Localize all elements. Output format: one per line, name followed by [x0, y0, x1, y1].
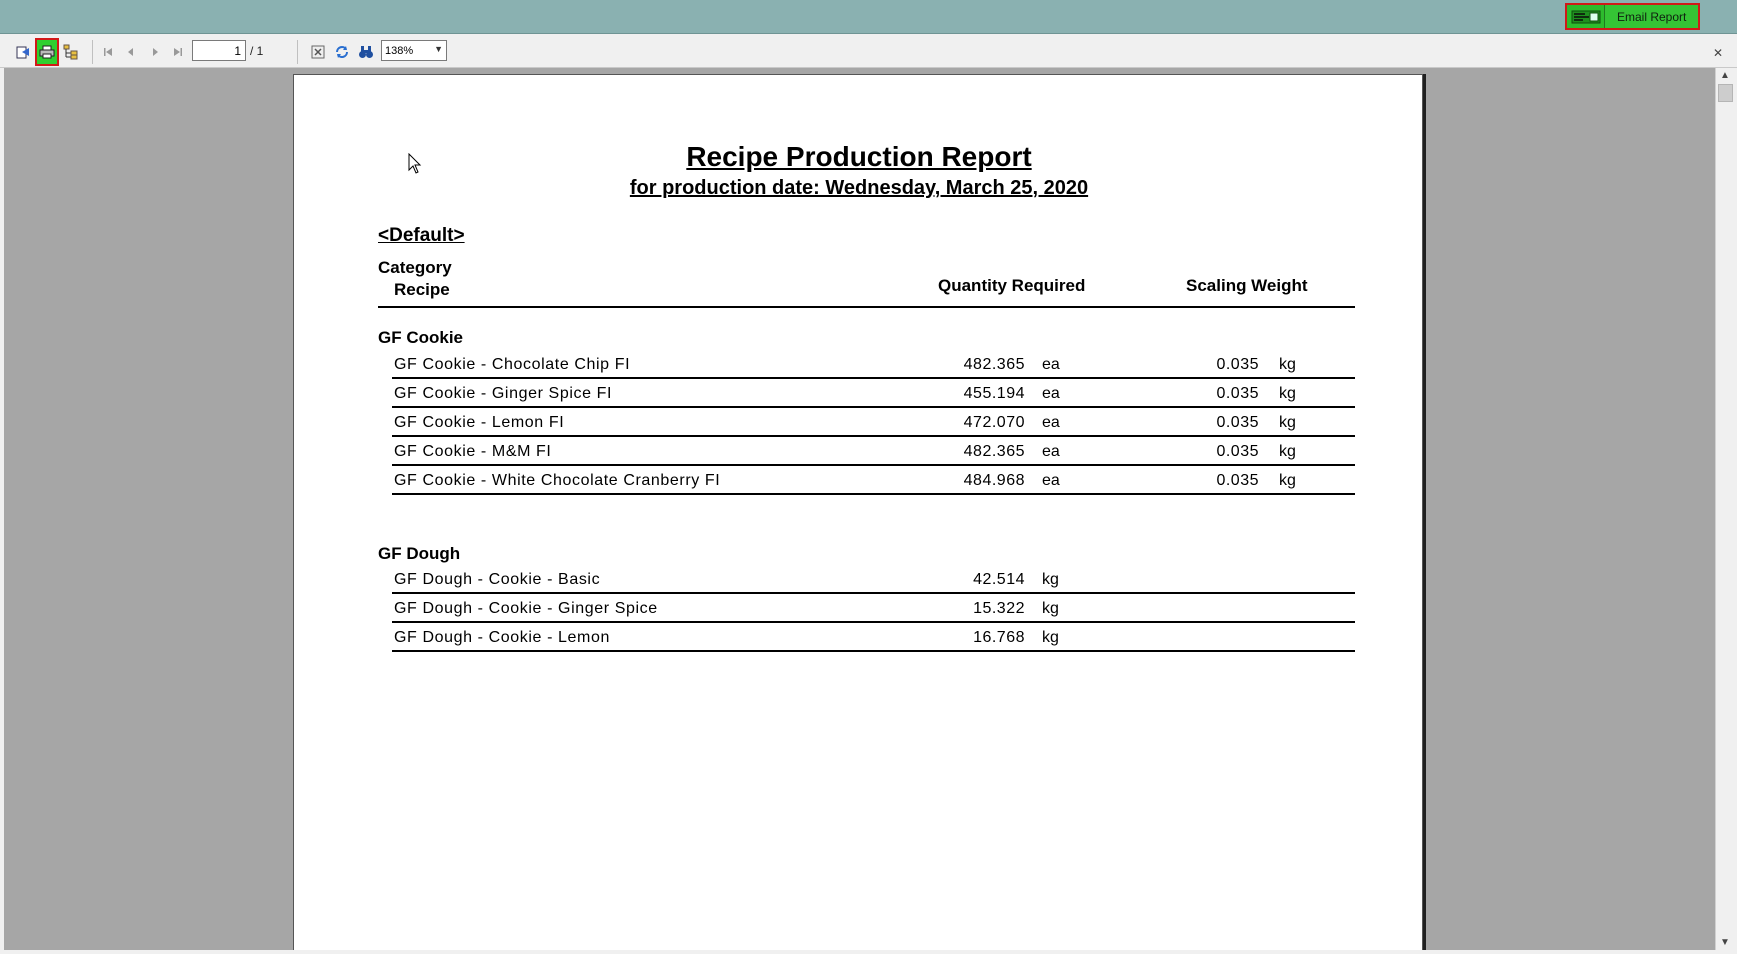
quantity-value: 42.514 — [973, 571, 1025, 588]
scaling-weight-value: 0.035 — [1216, 414, 1259, 431]
recipe-name: GF Cookie - M&M FI — [394, 443, 552, 460]
quantity-unit: ea — [1042, 414, 1060, 431]
binoculars-icon — [359, 46, 373, 58]
recipe-name: GF Dough - Cookie - Basic — [394, 571, 601, 588]
column-header-scaling-weight: Scaling Weight — [1186, 276, 1308, 295]
scaling-weight-unit: kg — [1279, 385, 1296, 402]
zoom-select[interactable]: 138% ▼ — [381, 40, 447, 61]
quantity-unit: kg — [1042, 571, 1059, 588]
scroll-up-icon[interactable]: ▲ — [1720, 70, 1730, 81]
title-bar: Email Report — [0, 0, 1737, 34]
first-page-icon — [104, 48, 112, 56]
recipe-name: GF Cookie - Ginger Spice FI — [394, 385, 613, 402]
refresh-button[interactable] — [332, 42, 352, 62]
table-row: GF Cookie - Chocolate Chip FI 482.365 ea… — [392, 350, 1355, 379]
table-row: GF Cookie - Lemon FI 472.070 ea 0.035 kg — [392, 408, 1355, 437]
email-report-icon-button[interactable] — [1567, 5, 1605, 28]
last-page-icon — [174, 48, 182, 56]
refresh-icon — [336, 46, 348, 58]
quantity-unit: kg — [1042, 629, 1059, 646]
scaling-weight-value: 0.035 — [1216, 385, 1259, 402]
quantity-unit: ea — [1042, 385, 1060, 402]
stop-button[interactable] — [308, 42, 328, 62]
recipe-name: GF Cookie - Chocolate Chip FI — [394, 356, 631, 373]
header-divider — [378, 306, 1355, 308]
toolbar-separator — [297, 40, 298, 64]
table-row: GF Dough - Cookie - Lemon 16.768 kg — [392, 623, 1355, 652]
quantity-value: 455.194 — [963, 385, 1025, 402]
email-list-icon — [1571, 10, 1600, 23]
find-button[interactable] — [356, 42, 376, 62]
mouse-cursor-icon — [408, 153, 422, 175]
group-heading: <Default> — [378, 225, 465, 246]
page-total: / 1 — [250, 44, 264, 58]
recipe-name: GF Cookie - White Chocolate Cranberry FI — [394, 472, 721, 489]
chevron-down-icon: ▼ — [434, 44, 443, 54]
next-page-icon — [153, 48, 158, 56]
vertical-scrollbar[interactable]: ▲ ▼ — [1715, 68, 1735, 950]
export-button[interactable] — [13, 42, 33, 62]
scaling-weight-value: 0.035 — [1216, 356, 1259, 373]
zoom-value: 138% — [385, 44, 414, 57]
next-page-button[interactable] — [145, 42, 165, 62]
quantity-unit: kg — [1042, 600, 1059, 617]
quantity-value: 472.070 — [963, 414, 1025, 431]
scroll-down-icon[interactable]: ▼ — [1720, 937, 1730, 948]
table-row: GF Cookie - White Chocolate Cranberry FI… — [392, 466, 1355, 495]
table-row: GF Cookie - Ginger Spice FI 455.194 ea 0… — [392, 379, 1355, 408]
previous-page-icon — [128, 48, 133, 56]
recipe-name: GF Dough - Cookie - Lemon — [394, 629, 610, 646]
scaling-weight-value: 0.035 — [1216, 472, 1259, 489]
scroll-thumb[interactable] — [1718, 84, 1733, 102]
printer-icon — [39, 45, 55, 59]
email-report-group: Email Report — [1565, 3, 1701, 30]
report-viewer: Recipe Production Report for production … — [4, 68, 1715, 950]
recipe-name: GF Cookie - Lemon FI — [394, 414, 565, 431]
table-row: GF Dough - Cookie - Ginger Spice 15.322 … — [392, 594, 1355, 623]
quantity-value: 482.365 — [963, 356, 1025, 373]
scaling-weight-value: 0.035 — [1216, 443, 1259, 460]
category-name: GF Dough — [378, 544, 461, 563]
quantity-value: 482.365 — [963, 443, 1025, 460]
column-header-quantity: Quantity Required — [938, 276, 1086, 295]
stop-icon — [311, 45, 325, 59]
table-row: GF Cookie - M&M FI 482.365 ea 0.035 kg — [392, 437, 1355, 466]
first-page-button[interactable] — [98, 42, 118, 62]
quantity-value: 15.322 — [973, 600, 1025, 617]
quantity-unit: ea — [1042, 443, 1060, 460]
scaling-weight-unit: kg — [1279, 356, 1296, 373]
scaling-weight-unit: kg — [1279, 472, 1296, 489]
report-subtitle: for production date: Wednesday, March 25… — [629, 177, 1089, 199]
quantity-value: 16.768 — [973, 629, 1025, 646]
export-icon — [16, 46, 29, 59]
last-page-button[interactable] — [168, 42, 188, 62]
category-name: GF Cookie — [378, 328, 464, 347]
quantity-unit: ea — [1042, 356, 1060, 373]
close-viewer-icon[interactable]: ✕ — [1713, 46, 1723, 60]
table-row: GF Dough - Cookie - Basic 42.514 kg — [392, 565, 1355, 594]
previous-page-button[interactable] — [121, 42, 141, 62]
group-tree-button[interactable] — [61, 42, 81, 62]
quantity-unit: ea — [1042, 472, 1060, 489]
page-number-input[interactable] — [192, 40, 246, 61]
print-button[interactable] — [35, 38, 59, 66]
toolbar-separator — [92, 40, 93, 64]
recipe-name: GF Dough - Cookie - Ginger Spice — [394, 600, 658, 617]
column-header-category: Category — [378, 258, 452, 277]
tree-icon — [63, 44, 78, 60]
email-report-button[interactable]: Email Report — [1605, 5, 1699, 28]
report-title: Recipe Production Report — [686, 141, 1032, 172]
scaling-weight-unit: kg — [1279, 414, 1296, 431]
scaling-weight-unit: kg — [1279, 443, 1296, 460]
report-page: Recipe Production Report for production … — [293, 74, 1423, 950]
column-header-recipe: Recipe — [394, 280, 450, 299]
quantity-value: 484.968 — [963, 472, 1025, 489]
